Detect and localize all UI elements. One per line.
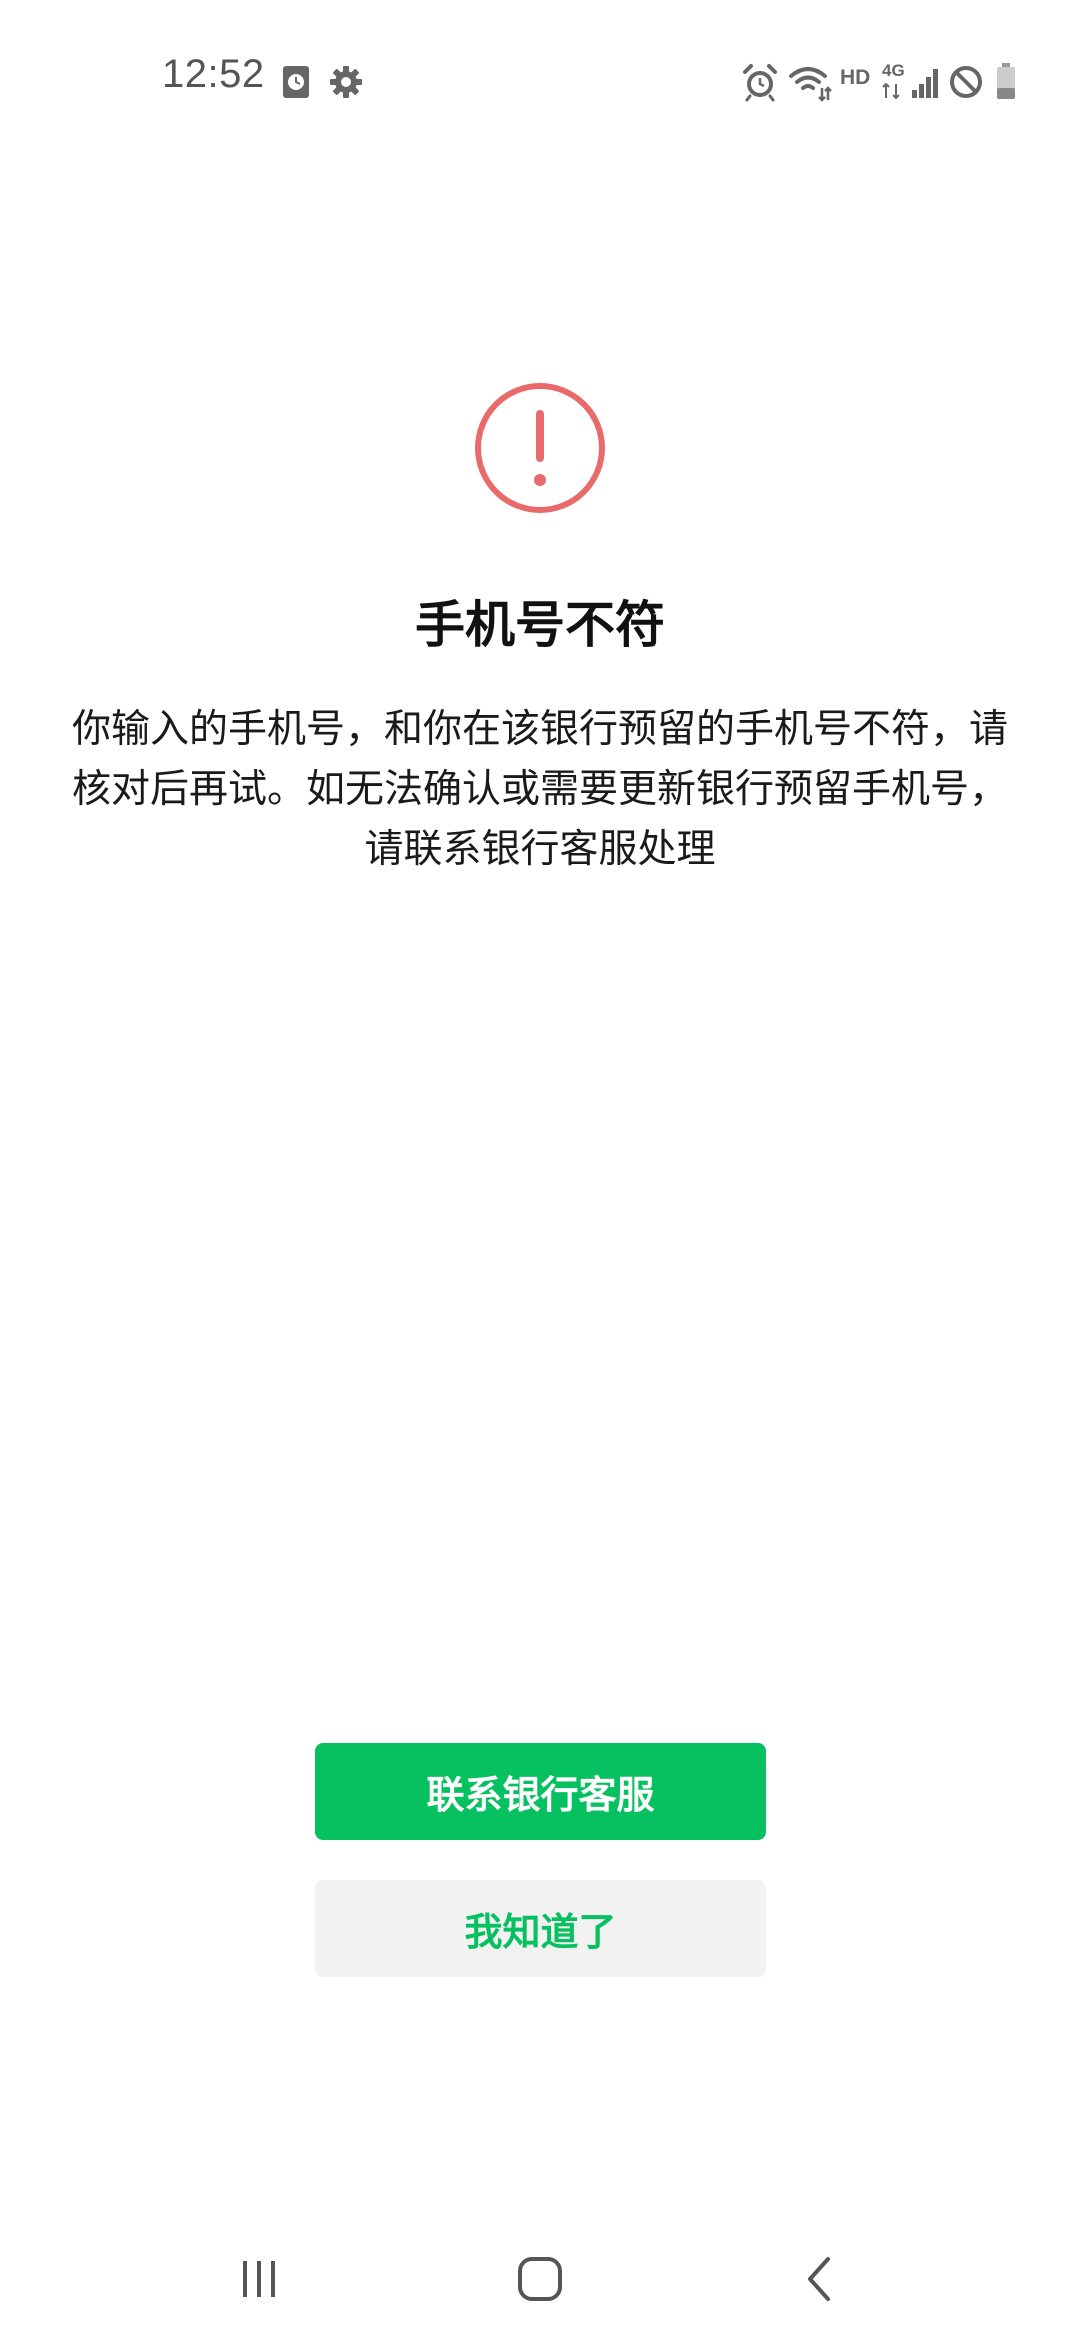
status-time: 12:52 [162,52,265,96]
settings-gear-icon [328,60,364,104]
navigation-bar [0,2220,1080,2340]
hd-icon: HD [840,66,871,89]
signal-icon [910,60,942,104]
calendar-clock-icon [280,60,312,104]
do-not-disturb-icon [946,60,986,104]
contact-bank-service-button[interactable]: 联系银行客服 [315,1743,766,1840]
back-icon[interactable] [780,2244,860,2314]
alarm-icon [740,60,780,104]
battery-icon [994,60,1018,104]
error-message: 你输入的手机号，和你在该银行预留的手机号不符，请核对后再试。如无法确认或需要更新… [71,707,1008,872]
exclamation-circle-icon [474,382,606,514]
got-it-button[interactable]: 我知道了 [315,1880,766,1977]
4g-icon: 4G [880,60,906,104]
svg-text:4G: 4G [882,61,905,80]
page-title: 手机号不符 [415,596,665,654]
status-bar: 12:52 HD 4G [0,0,1080,160]
wifi-icon [788,60,832,104]
recent-apps-icon[interactable] [219,2244,299,2314]
home-icon[interactable] [500,2244,580,2314]
